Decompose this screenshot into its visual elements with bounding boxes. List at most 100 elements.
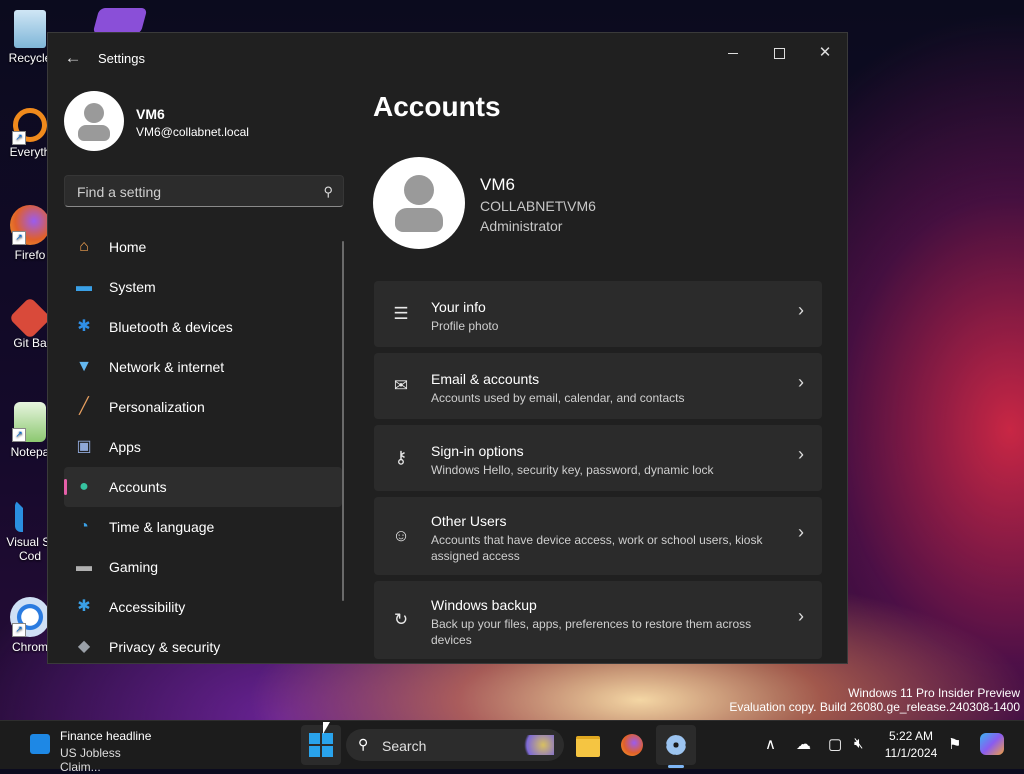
sidebar-item-home[interactable]: ⌂ Home — [64, 227, 342, 267]
folder-icon — [576, 736, 600, 757]
notepad-icon: ↗ — [12, 402, 46, 442]
volume-muted-icon[interactable]: 🔇︎ — [854, 735, 863, 752]
card-subtitle: Back up your files, apps, preferences to… — [431, 617, 752, 647]
sidebar-item-label: Accessibility — [109, 599, 186, 615]
search-icon[interactable]: ⚲ — [323, 184, 333, 200]
card-your-info[interactable]: ☰ Your info Profile photo › — [374, 281, 822, 347]
card-email-accounts[interactable]: ✉ Email & accounts Accounts used by email,… — [374, 353, 822, 419]
sidebar-item-time-language[interactable]: ◔ Time & language — [64, 507, 342, 547]
clock-date: 11/1/2024 — [884, 746, 938, 760]
sidebar-scrollbar[interactable] — [342, 241, 344, 601]
find-setting-search[interactable]: ⚲ — [64, 175, 344, 207]
bluetooth-icon: ✱ — [77, 318, 91, 335]
card-title: Your info — [431, 299, 486, 315]
windows-logo-pane — [322, 746, 333, 757]
accounts-icon: ● — [79, 478, 89, 495]
mouse-cursor — [323, 722, 330, 734]
everything-search-icon: ↗ — [12, 108, 47, 145]
shortcut-arrow-icon: ↗ — [12, 428, 26, 442]
sidebar-item-personalization[interactable]: ╱ Personalization — [64, 387, 342, 427]
watermark-line1: Windows 11 Pro Insider Preview — [848, 686, 1020, 700]
user-avatar[interactable] — [64, 91, 124, 151]
card-windows-backup[interactable]: ↻ Windows backup Back up your files, apps,… — [374, 581, 822, 659]
time-language-icon: ◔ — [79, 518, 89, 535]
finance-widget-icon — [30, 734, 50, 754]
build-watermark: Windows 11 Pro Insider Preview Evaluatio… — [729, 686, 1020, 714]
chrome-icon: ↗ — [10, 597, 50, 637]
settings-window: ← Settings ✕ VM6 VM6@collabnet.local ⚲ ⌂… — [47, 32, 848, 664]
sidebar-item-label: Network & internet — [109, 359, 225, 375]
minimize-icon — [728, 52, 738, 54]
search-input[interactable] — [75, 182, 309, 202]
shield-icon: ◆ — [77, 638, 91, 655]
system-icon: ▬ — [76, 278, 92, 295]
account-name: VM6 — [480, 175, 515, 194]
card-subtitle: Profile photo — [431, 319, 499, 333]
accessibility-icon: ✱ — [77, 598, 91, 615]
show-hidden-icons-chevron-icon[interactable]: ∧ — [765, 735, 776, 753]
cloud-offline-icon[interactable]: ☁ — [796, 735, 811, 753]
sidebar-item-label: Time & language — [109, 519, 215, 535]
start-button[interactable] — [301, 725, 341, 765]
sidebar-item-label: Home — [109, 239, 147, 255]
chevron-right-icon: › — [798, 372, 804, 392]
widget-text: US Jobless Claim... — [60, 746, 121, 774]
card-sign-in-options[interactable]: ⚷ Sign-in options Windows Hello, security … — [374, 425, 822, 491]
watermark-line2: Evaluation copy. Build 26080.ge_release.… — [729, 700, 1020, 714]
close-button[interactable]: ✕ — [802, 37, 847, 69]
chevron-right-icon: › — [798, 300, 804, 320]
notification-bell-icon[interactable]: ⚑ — [948, 735, 961, 753]
network-display-icon[interactable]: ▢ — [828, 735, 842, 753]
sidebar-item-accounts[interactable]: ● Accounts — [64, 467, 342, 507]
card-subtitle: Windows Hello, security key, password, d… — [431, 463, 714, 477]
sidebar-item-gaming[interactable]: ▬ Gaming — [64, 547, 342, 587]
card-title: Windows backup — [431, 597, 537, 613]
active-indicator — [64, 479, 67, 495]
profile-name: VM6 — [136, 106, 165, 122]
chevron-right-icon: › — [798, 522, 804, 542]
mail-icon: ✉ — [393, 376, 409, 395]
sidebar-item-bluetooth-devices[interactable]: ✱ Bluetooth & devices — [64, 307, 342, 347]
recycle-bin-icon — [14, 10, 46, 48]
gear-icon — [666, 735, 686, 755]
windows-logo-pane — [322, 733, 333, 744]
taskbar-search-label: Search — [382, 738, 427, 754]
card-other-users[interactable]: ☺ Other Users Accounts that have device ac… — [374, 497, 822, 575]
sidebar-item-accessibility[interactable]: ✱ Accessibility — [64, 587, 342, 627]
sidebar-item-label: Apps — [109, 439, 141, 455]
windows-logo-pane — [309, 746, 320, 757]
sidebar-item-network-internet[interactable]: ▼ Network & internet — [64, 347, 342, 387]
brush-icon: ╱ — [79, 398, 89, 415]
shortcut-arrow-icon: ↗ — [12, 131, 26, 145]
taskbar-search[interactable]: ⚲ Search — [346, 729, 564, 761]
minimize-button[interactable] — [710, 37, 756, 69]
clock[interactable]: 5:22 AM 11/1/2024 — [880, 728, 942, 762]
visual-studio-icon — [92, 8, 148, 34]
sidebar-item-privacy-security[interactable]: ◆ Privacy & security — [64, 627, 342, 663]
file-explorer-button[interactable] — [568, 725, 608, 765]
title-bar[interactable]: ← Settings ✕ — [48, 33, 847, 83]
account-role: Administrator — [480, 218, 563, 234]
firefox-taskbar-button[interactable] — [612, 725, 652, 765]
sidebar-item-label: Personalization — [109, 399, 205, 415]
card-title: Email & accounts — [431, 371, 540, 387]
sidebar-item-label: Privacy & security — [109, 639, 221, 655]
account-avatar[interactable] — [373, 157, 465, 249]
settings-taskbar-button[interactable] — [656, 725, 696, 768]
maximize-button[interactable] — [756, 37, 802, 69]
sidebar-item-label: Bluetooth & devices — [109, 319, 233, 335]
back-button[interactable]: ← — [62, 48, 84, 68]
copilot-icon[interactable] — [980, 733, 1004, 755]
apps-icon: ▣ — [76, 438, 92, 455]
chevron-right-icon: › — [798, 606, 804, 626]
sidebar-item-system[interactable]: ▬ System — [64, 267, 342, 307]
widgets-button[interactable]: Finance headline US Jobless Claim... — [10, 721, 160, 774]
card-subtitle: Accounts used by email, calendar, and co… — [431, 391, 685, 405]
card-title: Other Users — [431, 513, 507, 529]
sidebar-item-apps[interactable]: ▣ Apps — [64, 427, 342, 467]
clock-time: 5:22 AM — [888, 729, 934, 743]
add-user-icon: ☺ — [392, 526, 410, 545]
close-icon: ✕ — [818, 44, 832, 61]
firefox-icon — [621, 734, 643, 756]
sidebar-item-label: Accounts — [109, 479, 167, 495]
